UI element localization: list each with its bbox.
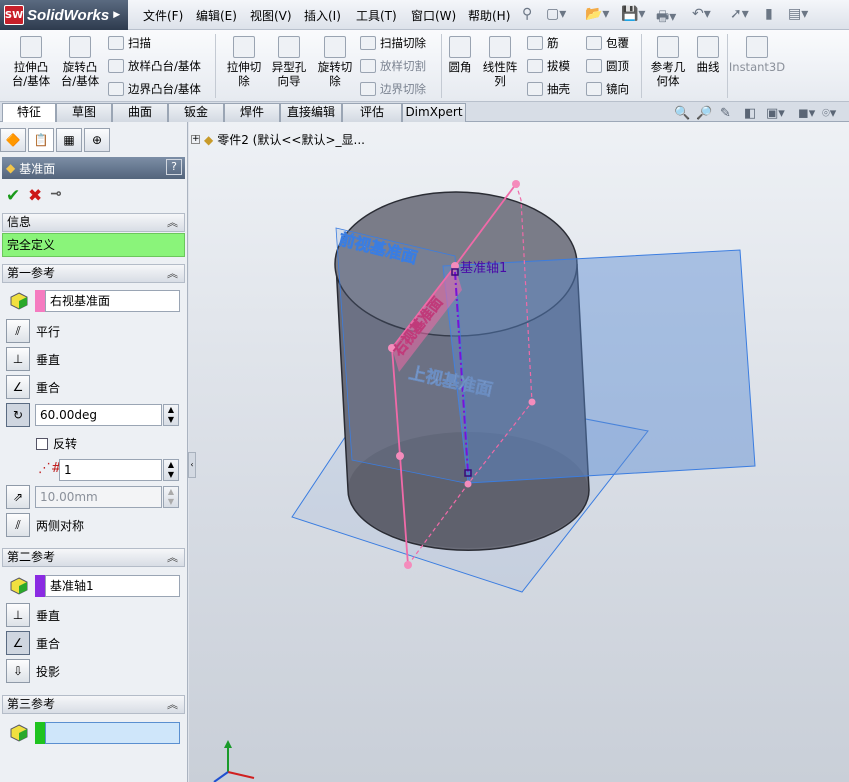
handle-dot[interactable]: [404, 561, 412, 569]
collapse-chevron-icon: ︽: [167, 698, 178, 711]
help-button[interactable]: ?: [166, 159, 182, 175]
third-reference-input[interactable]: [45, 722, 180, 744]
angle-input[interactable]: 60.00deg: [35, 404, 162, 426]
flip-label: 反转: [53, 437, 78, 451]
perpendicular-icon[interactable]: ⊥: [6, 603, 30, 627]
ok-check-icon[interactable]: ✔: [6, 186, 20, 206]
flip-checkbox[interactable]: [36, 437, 48, 450]
coincident-icon[interactable]: ∠: [6, 631, 30, 655]
coincident-label: 重合: [36, 380, 61, 395]
info-section-header[interactable]: 信息 ︽: [2, 213, 185, 232]
distance-input[interactable]: 10.00mm: [35, 486, 162, 508]
flip-checkbox-row[interactable]: 反转: [36, 435, 77, 452]
second-reference-header[interactable]: 第二参考 ︽: [2, 548, 185, 567]
collapse-chevron-icon: ︽: [167, 267, 178, 280]
perpendicular-option-2[interactable]: ⊥ 垂直: [2, 602, 185, 628]
property-manager-title: ◆ 基准面 ?: [2, 157, 185, 179]
parallel-option[interactable]: ⫽ 平行: [2, 318, 185, 344]
status-message: 完全定义: [2, 233, 185, 257]
perpendicular-label: 垂直: [36, 352, 61, 367]
info-header-label: 信息: [7, 215, 32, 229]
ref2-color-swatch: [35, 575, 45, 597]
reference-cube-icon: [10, 292, 28, 310]
handle-dot[interactable]: [528, 398, 536, 406]
perpendicular-label: 垂直: [36, 608, 61, 623]
orientation-triad[interactable]: [213, 740, 255, 782]
coincident-option[interactable]: ∠ 重合: [2, 374, 185, 400]
first-reference-header[interactable]: 第一参考 ︽: [2, 264, 185, 283]
mid-plane-option[interactable]: ⫽ 两侧对称: [2, 512, 185, 538]
feature-manager-tab-icon[interactable]: 🔶: [0, 128, 26, 152]
plane-icon: ◆: [6, 161, 16, 175]
mid-plane-icon[interactable]: ⫽: [6, 513, 30, 537]
collapse-chevron-icon: ︽: [167, 216, 178, 229]
handle-dot[interactable]: [396, 452, 404, 460]
reference-cube-icon: [10, 724, 28, 742]
configuration-manager-tab-icon[interactable]: ▦: [56, 128, 82, 152]
reference-cube-icon: [10, 577, 28, 595]
handle-dot[interactable]: [512, 180, 520, 188]
right-plane[interactable]: [442, 249, 756, 484]
cancel-x-icon[interactable]: ✖: [28, 186, 42, 206]
mid-plane-label: 两侧对称: [36, 518, 85, 533]
handle-dot[interactable]: [464, 480, 472, 488]
instances-input[interactable]: 1: [59, 459, 162, 481]
property-manager-tab-icon[interactable]: 📋: [28, 128, 54, 152]
coincident-label: 重合: [36, 636, 61, 651]
angle-spinner[interactable]: ▲ ▼: [163, 404, 179, 426]
instances-spinner[interactable]: ▲ ▼: [163, 459, 179, 481]
project-icon[interactable]: ⇩: [6, 659, 30, 683]
ref1-color-swatch: [35, 290, 45, 312]
perpendicular-icon[interactable]: ⊥: [6, 347, 30, 371]
parallel-label: 平行: [36, 324, 61, 339]
second-reference-input[interactable]: 基准轴1: [45, 575, 180, 597]
coincident-option-2[interactable]: ∠ 重合: [2, 630, 185, 656]
distance-spinner[interactable]: ▲ ▼: [163, 486, 179, 508]
second-reference-label: 第二参考: [7, 550, 56, 564]
parallel-icon[interactable]: ⫽: [6, 319, 30, 343]
coincident-icon[interactable]: ∠: [6, 375, 30, 399]
project-label: 投影: [36, 664, 61, 679]
collapse-panel-handle[interactable]: ‹: [188, 452, 196, 478]
axis-label: 基准轴1: [460, 261, 507, 276]
pushpin-icon[interactable]: ⊸: [50, 186, 62, 202]
angle-icon[interactable]: ↻: [6, 403, 30, 427]
project-option[interactable]: ⇩ 投影: [2, 658, 185, 684]
first-reference-input[interactable]: 右视基准面: [45, 290, 180, 312]
dimxpert-manager-tab-icon[interactable]: ⊕: [84, 128, 110, 152]
third-reference-header[interactable]: 第三参考 ︽: [2, 695, 185, 714]
first-reference-label: 第一参考: [7, 266, 56, 280]
pm-title: 基准面: [19, 161, 56, 176]
collapse-chevron-icon: ︽: [167, 551, 178, 564]
third-reference-label: 第三参考: [7, 697, 56, 711]
perpendicular-option[interactable]: ⊥ 垂直: [2, 346, 185, 372]
ref3-color-swatch: [35, 722, 45, 744]
distance-icon[interactable]: ⇗: [6, 485, 30, 509]
